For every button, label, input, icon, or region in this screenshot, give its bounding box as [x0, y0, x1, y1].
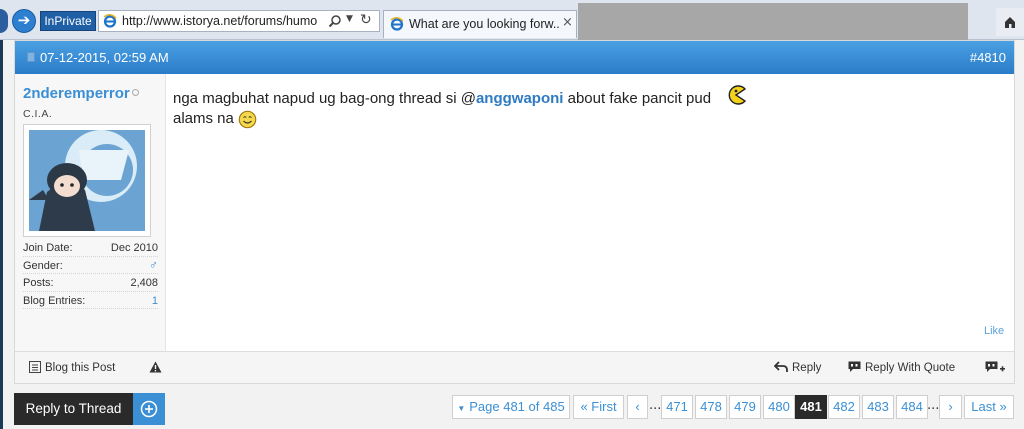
stat-blog-entries: Blog Entries: 1 — [23, 292, 158, 309]
stat-value: Dec 2010 — [110, 242, 158, 254]
reply-with-quote-button[interactable]: Reply With Quote — [848, 361, 955, 374]
blog-this-post-button[interactable]: Blog this Post — [29, 361, 115, 374]
url-text[interactable]: http://www.istorya.net/forums/humo — [122, 14, 327, 28]
post-number-link[interactable]: #4810 — [970, 50, 1006, 65]
add-icon-box — [133, 393, 165, 425]
avatar — [29, 130, 145, 231]
user-title: C.I.A. — [23, 108, 53, 120]
inprivate-badge: InPrivate — [40, 11, 96, 31]
user-stats: Join Date: Dec 2010 Gender: ♂ Posts: 2,4… — [23, 239, 158, 309]
pacman-smiley-icon — [728, 85, 747, 105]
reply-to-thread-label: Reply to Thread — [14, 393, 133, 425]
stat-gender: Gender: ♂ — [23, 257, 158, 274]
blog-this-post-label: Blog this Post — [45, 362, 116, 374]
user-info-panel: 2nderemperror C.I.A. Join Date: Dec 2010 — [15, 74, 166, 351]
forward-button[interactable]: ➔ — [12, 9, 36, 33]
last-page-button[interactable]: Last » — [964, 395, 1014, 419]
page-link[interactable]: 482 — [828, 395, 860, 419]
post-date: 07-12-2015, 02:59 AM — [40, 50, 169, 65]
male-icon: ♂ — [149, 257, 158, 272]
like-link[interactable]: Like — [984, 325, 1004, 337]
stat-label: Join Date: — [23, 242, 73, 254]
multi-quote-button[interactable] — [985, 361, 1009, 375]
stat-value: 2,408 — [130, 277, 158, 289]
pagination-ellipsis: ... — [927, 398, 940, 413]
current-page: 481 — [795, 395, 827, 419]
reply-button[interactable]: Reply — [773, 361, 822, 374]
tab-close-icon[interactable]: × — [562, 15, 573, 30]
forum-post: 07-12-2015, 02:59 AM #4810 2nderemperror… — [14, 40, 1015, 384]
post-line-1: nga magbuhat napud ug bag-ong thread si … — [173, 85, 1003, 109]
plus-circle-icon — [140, 400, 158, 418]
multi-quote-icon — [985, 361, 1005, 372]
stat-label: Posts: — [23, 277, 54, 289]
page-link[interactable]: 478 — [695, 395, 727, 419]
page-info: Page 481 of 485 — [469, 399, 565, 414]
first-page-button[interactable]: « First — [573, 395, 624, 419]
post-text: alams na — [173, 110, 234, 127]
post-line-2: alams na — [173, 109, 1003, 129]
arrow-right-icon: ➔ — [17, 11, 31, 29]
stat-join-date: Join Date: Dec 2010 — [23, 239, 158, 257]
post-body: nga magbuhat napud ug bag-ong thread si … — [173, 85, 1003, 129]
ie-icon — [390, 17, 404, 31]
page-link[interactable]: 484 — [896, 395, 928, 419]
page-jump-dropdown[interactable]: ▼ Page 481 of 485 — [452, 395, 570, 419]
warning-icon — [149, 361, 162, 373]
reply-icon — [773, 361, 788, 372]
page-link[interactable]: 471 — [661, 395, 693, 419]
address-bar[interactable]: http://www.istorya.net/forums/humo ▼ ↻ — [98, 10, 380, 32]
home-button[interactable] — [996, 8, 1024, 36]
home-icon — [1005, 17, 1015, 28]
search-icon[interactable] — [328, 14, 342, 28]
mention-link[interactable]: anggwaponi — [476, 90, 564, 107]
browser-tab[interactable]: What are you looking forw... × — [383, 10, 577, 38]
dropdown-arrow-icon[interactable]: ▼ — [346, 14, 353, 24]
stat-label: Gender: — [23, 259, 63, 272]
pagination-ellipsis: ... — [649, 398, 662, 413]
post-header: 07-12-2015, 02:59 AM #4810 — [15, 41, 1014, 74]
page-link[interactable]: 483 — [862, 395, 894, 419]
post-icon — [27, 52, 35, 62]
window-edge — [0, 40, 3, 429]
next-page-button[interactable]: › — [939, 395, 962, 419]
browser-toolbar: ➔ InPrivate http://www.istorya.net/forum… — [0, 0, 1024, 40]
username-link[interactable]: 2nderemperror — [23, 85, 130, 102]
blog-entries-link[interactable]: 1 — [152, 295, 158, 307]
ie-icon — [103, 14, 117, 28]
page-link[interactable]: 479 — [729, 395, 761, 419]
post-text: nga magbuhat napud ug bag-ong thread si … — [173, 90, 476, 107]
reply-label: Reply — [792, 362, 822, 374]
smile-icon — [238, 110, 257, 128]
refresh-icon[interactable]: ↻ — [360, 12, 372, 28]
offline-status-icon — [132, 89, 139, 96]
post-footer: Blog this Post Reply Reply With Quote — [15, 351, 1014, 383]
page-link[interactable]: 480 — [763, 395, 795, 419]
tab-title: What are you looking forw... — [409, 17, 559, 31]
redacted-area — [578, 3, 968, 40]
reply-with-quote-label: Reply With Quote — [865, 362, 956, 374]
avatar-frame[interactable] — [23, 124, 151, 237]
prev-page-button[interactable]: ‹ — [627, 395, 648, 419]
stat-posts: Posts: 2,408 — [23, 274, 158, 292]
blog-icon — [29, 361, 41, 373]
back-button[interactable] — [0, 9, 8, 33]
quote-icon — [848, 361, 861, 372]
report-post-button[interactable] — [149, 361, 166, 374]
reply-to-thread-button[interactable]: Reply to Thread — [14, 393, 165, 425]
stat-label: Blog Entries: — [23, 294, 86, 307]
dropdown-arrow-icon: ▼ — [457, 404, 466, 413]
post-text: about fake pancit pud — [563, 90, 712, 107]
